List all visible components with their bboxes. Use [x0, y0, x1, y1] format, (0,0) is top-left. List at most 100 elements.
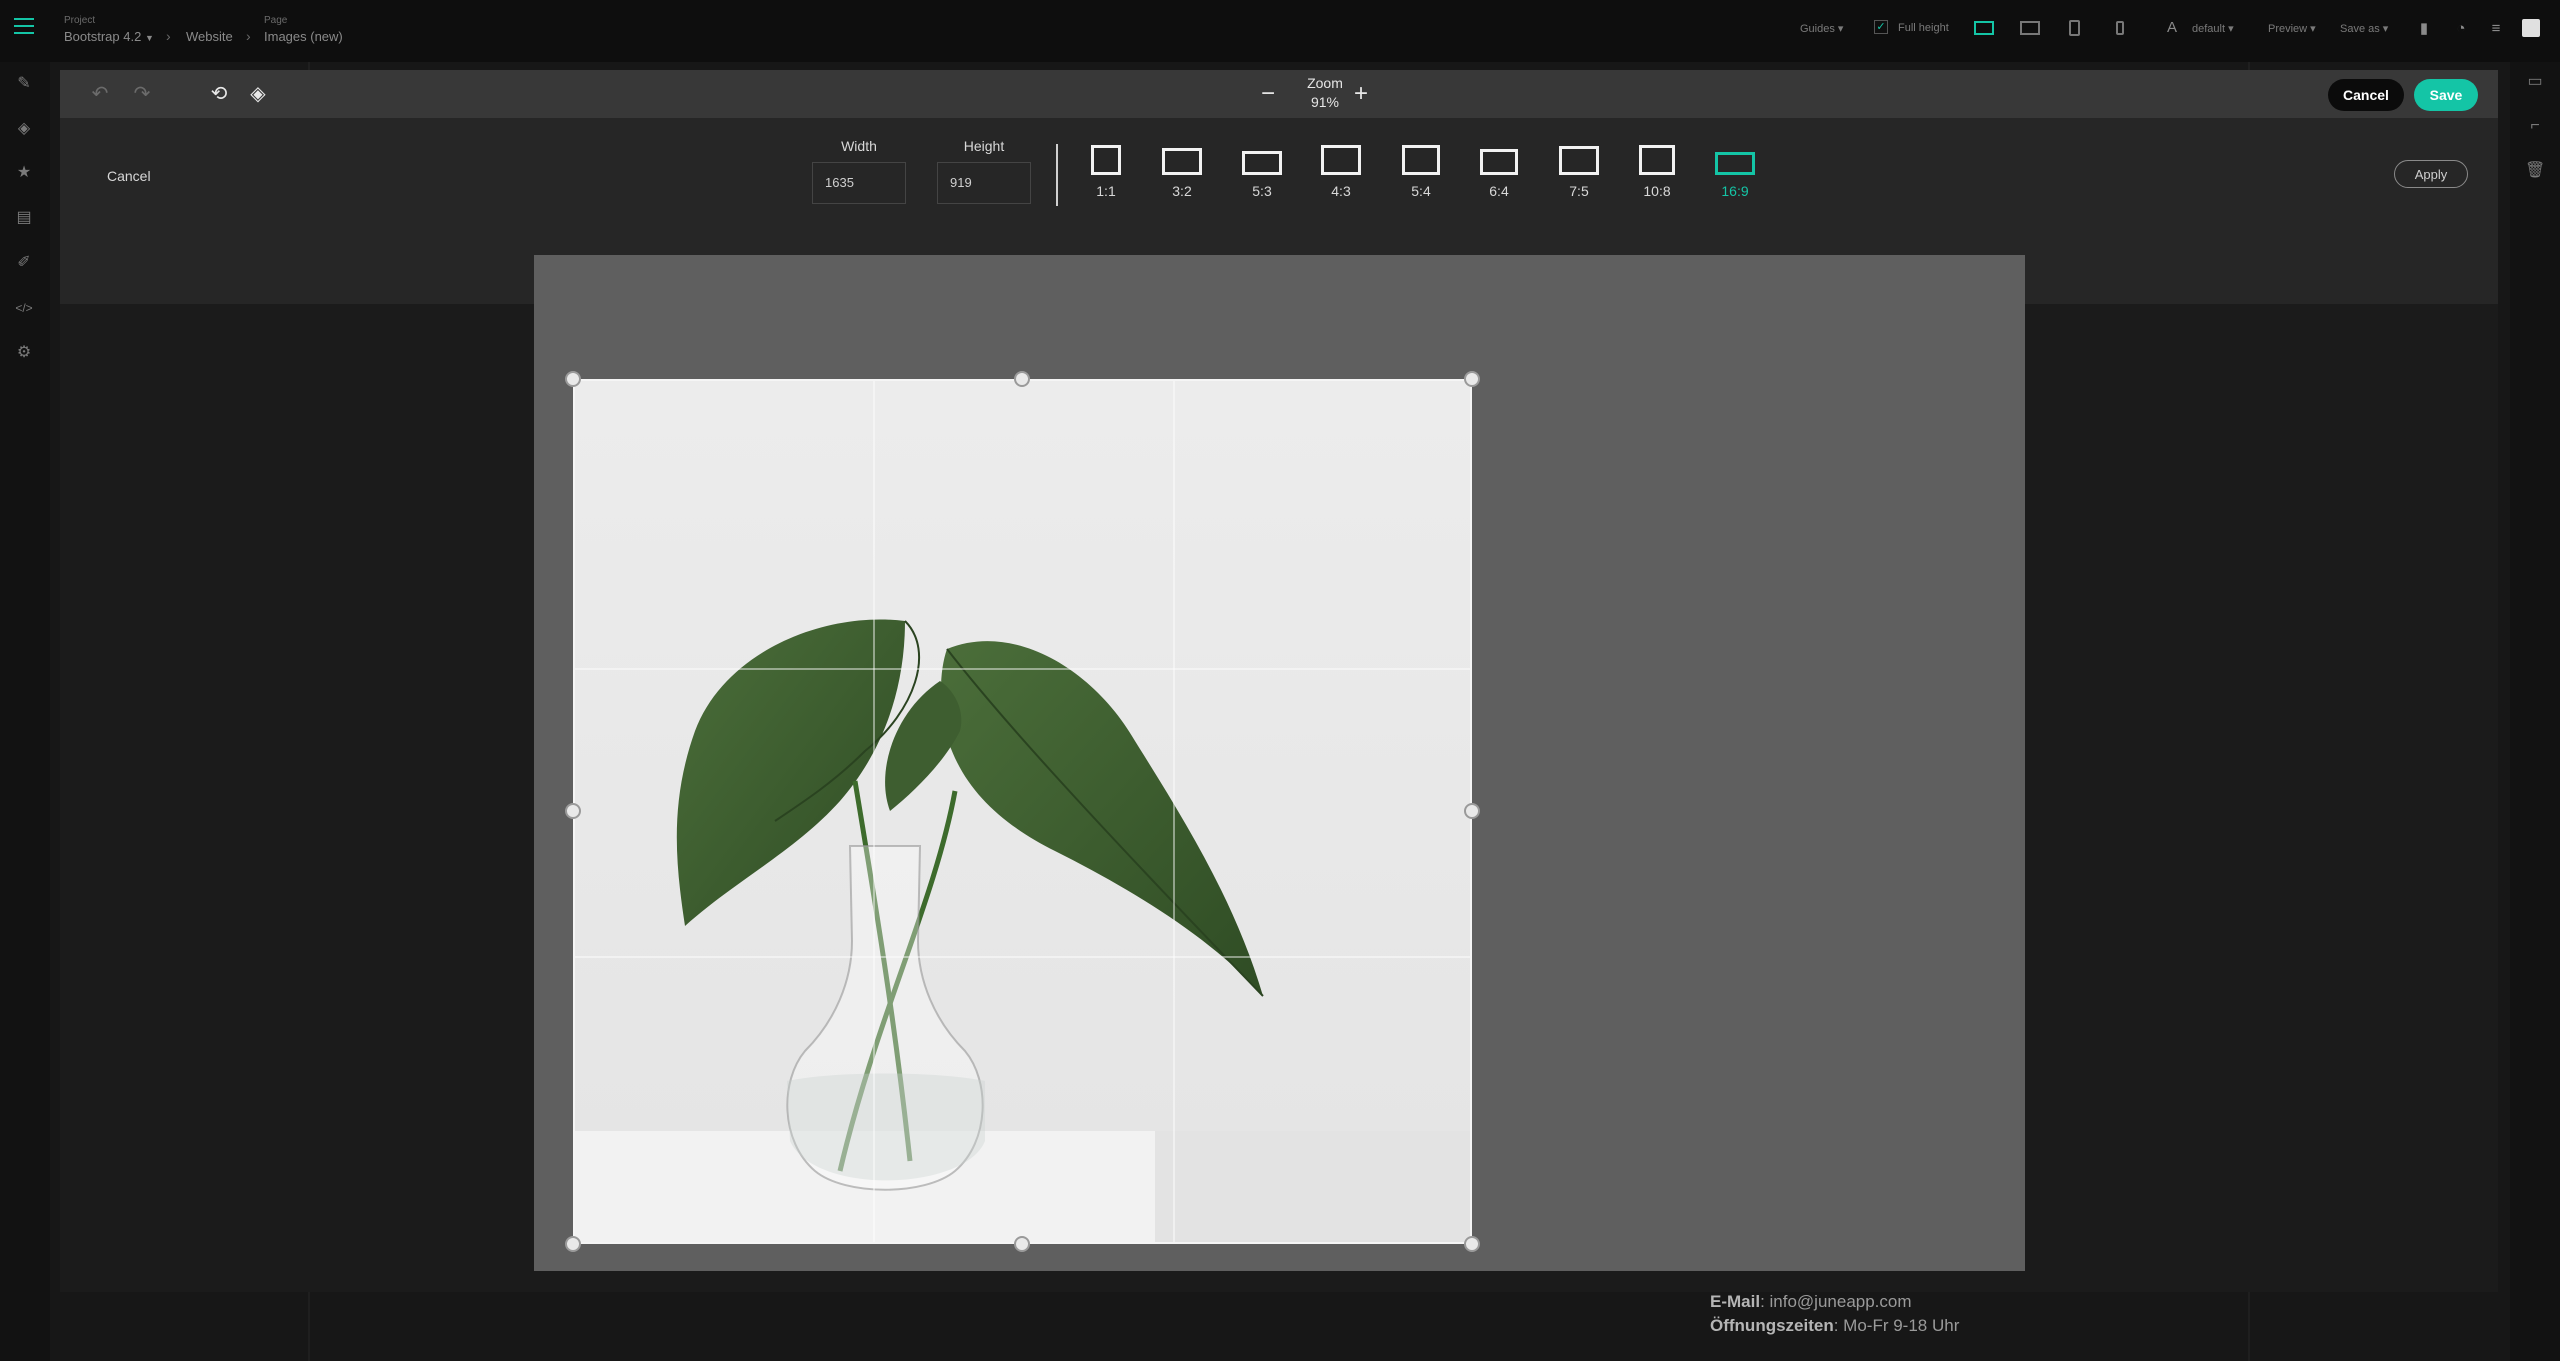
assets-icon[interactable]: ◔: [2451, 20, 2471, 38]
zoom-in-icon[interactable]: +: [1346, 79, 1376, 109]
ratio-label: 16:9: [1721, 183, 1749, 199]
image-crop-modal: ↶ ↷ ⟲ ◈ − Zoom 91% + Cancel Save Cancel …: [60, 70, 2498, 1292]
laptop-view-icon[interactable]: [2020, 21, 2040, 35]
window-icon[interactable]: ▭: [2525, 72, 2545, 92]
guides-dropdown[interactable]: Guides ▾: [1800, 22, 1843, 35]
plant-vase-image: [575, 381, 1470, 1242]
ratio-label: 4:3: [1331, 183, 1351, 199]
ratio-5-3[interactable]: 5:3: [1226, 145, 1298, 199]
ratio-shape: [1639, 145, 1675, 175]
crop-handle-top[interactable]: [1014, 371, 1030, 387]
ratio-shape: [1091, 145, 1121, 175]
crop-handle-bottom-right[interactable]: [1464, 1236, 1480, 1252]
ratio-label: 1:1: [1096, 183, 1116, 199]
guides-label: Guides: [1800, 23, 1835, 35]
crop-grid-line: [575, 956, 1470, 958]
preview-dropdown[interactable]: Preview ▾: [2268, 22, 2316, 35]
gear-icon[interactable]: ⚙: [14, 343, 34, 363]
database-icon[interactable]: ≡: [2486, 20, 2506, 38]
ratio-label: 7:5: [1569, 183, 1589, 199]
page-label: Page: [264, 15, 288, 26]
crop-handle-top-right[interactable]: [1464, 371, 1480, 387]
breadcrumb-website[interactable]: Website: [186, 29, 233, 44]
page-value[interactable]: Images (new): [264, 29, 343, 44]
crop-icon[interactable]: ⌐: [2525, 116, 2545, 136]
ratio-10-8[interactable]: 10:8: [1621, 145, 1693, 199]
crop-handle-top-left[interactable]: [565, 371, 581, 387]
crop-grid-line: [575, 668, 1470, 670]
menu-icon[interactable]: [14, 18, 34, 34]
layers-icon[interactable]: ◈: [243, 79, 273, 109]
crop-grid-line: [873, 381, 875, 1242]
height-input[interactable]: 919: [937, 162, 1031, 204]
chevron-right-icon: ›: [246, 28, 251, 44]
left-sidebar: ✎ ◈ ★ ▤ ✐ </> ⚙: [0, 62, 50, 1361]
code-icon[interactable]: </>: [14, 298, 34, 318]
modal-header: ↶ ↷ ⟲ ◈ − Zoom 91% + Cancel Save: [60, 70, 2498, 118]
ratio-6-4[interactable]: 6:4: [1463, 145, 1535, 199]
crop-canvas[interactable]: [534, 255, 2025, 1271]
ratio-3-2[interactable]: 3:2: [1146, 145, 1218, 199]
contact-info: E-Mail: info@juneapp.com Öffnungszeiten:…: [1710, 1290, 1959, 1338]
pencil-icon[interactable]: ✎: [14, 74, 34, 94]
preview-label: Preview: [2268, 23, 2308, 35]
crop-handle-left[interactable]: [565, 803, 581, 819]
caret-down-icon: ▼: [144, 33, 154, 43]
desktop-view-icon[interactable]: [1974, 21, 1994, 35]
brush-icon[interactable]: ✐: [14, 253, 34, 273]
save-button[interactable]: Save: [2414, 79, 2478, 111]
right-sidebar: ▭ ⌐ 🗑: [2510, 62, 2560, 1361]
ratio-5-4[interactable]: 5:4: [1385, 145, 1457, 199]
project-dropdown[interactable]: Bootstrap 4.2 ▼: [64, 29, 154, 44]
components-icon[interactable]: ▤: [14, 208, 34, 228]
ratio-shape: [1321, 145, 1361, 175]
undo-icon[interactable]: ↶: [85, 79, 115, 109]
ratio-16-9[interactable]: 16:9: [1699, 145, 1771, 199]
ratio-label: 10:8: [1643, 183, 1671, 199]
chevron-right-icon: ›: [166, 28, 171, 44]
zoom-out-icon[interactable]: −: [1253, 79, 1283, 109]
email-label: E-Mail: [1710, 1292, 1761, 1311]
hours-label: Öffnungszeiten: [1710, 1316, 1834, 1335]
apply-button[interactable]: Apply: [2394, 160, 2468, 188]
layers-icon[interactable]: ◈: [14, 119, 34, 139]
full-height-label: Full height: [1898, 22, 1949, 34]
save-as-dropdown[interactable]: Save as ▾: [2340, 22, 2388, 35]
ratio-shape: [1242, 151, 1282, 175]
mobile-view-icon[interactable]: [2116, 21, 2124, 35]
history-icon[interactable]: ⟲: [204, 79, 234, 109]
ratio-label: 6:4: [1489, 183, 1509, 199]
crop-handle-bottom[interactable]: [1014, 1236, 1030, 1252]
ratio-label: 3:2: [1172, 183, 1192, 199]
font-dropdown[interactable]: default ▾: [2192, 22, 2234, 35]
email-value: : info@juneapp.com: [1760, 1292, 1912, 1311]
ratio-7-5[interactable]: 7:5: [1543, 145, 1615, 199]
full-height-checkbox[interactable]: ✓: [1874, 20, 1888, 34]
hours-value: : Mo-Fr 9-18 Uhr: [1833, 1316, 1960, 1335]
cancel-button[interactable]: Cancel: [2328, 79, 2404, 111]
width-input[interactable]: 1635: [812, 162, 906, 204]
inbox-icon[interactable]: [2522, 19, 2540, 37]
ratio-shape: [1162, 148, 1202, 175]
ratio-shape: [1559, 146, 1599, 175]
editor-topbar: Project Bootstrap 4.2 ▼ › Website › Page…: [0, 0, 2560, 62]
ratio-label: 5:4: [1411, 183, 1431, 199]
crop-handle-right[interactable]: [1464, 803, 1480, 819]
ratio-4-3[interactable]: 4:3: [1305, 145, 1377, 199]
tablet-view-icon[interactable]: [2069, 20, 2080, 36]
height-label: Height: [963, 138, 1005, 154]
ratio-1-1[interactable]: 1:1: [1070, 145, 1142, 199]
crop-selection[interactable]: [573, 379, 1472, 1244]
ratio-shape: [1715, 152, 1755, 175]
redo-icon[interactable]: ↷: [127, 79, 157, 109]
pages-icon[interactable]: ▮: [2414, 20, 2434, 38]
project-value: Bootstrap 4.2: [64, 29, 142, 44]
trash-icon[interactable]: 🗑: [2525, 161, 2545, 181]
crop-grid-line: [1173, 381, 1175, 1242]
crop-handle-bottom-left[interactable]: [565, 1236, 581, 1252]
star-icon[interactable]: ★: [14, 163, 34, 183]
width-label: Width: [841, 138, 877, 154]
toolbar-cancel-link[interactable]: Cancel: [107, 168, 151, 184]
project-label: Project: [64, 15, 96, 26]
font-icon[interactable]: A: [2162, 19, 2182, 37]
